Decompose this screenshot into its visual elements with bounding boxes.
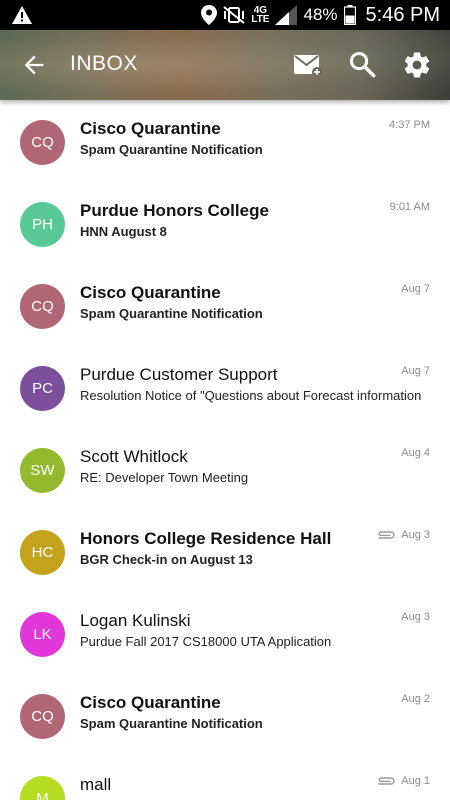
app-bar: INBOX: [0, 30, 450, 100]
gear-icon[interactable]: [402, 50, 432, 80]
email-list-item[interactable]: LK Logan Kulinski Purdue Fall 2017 CS180…: [0, 592, 450, 674]
vibrate-mute-icon: [223, 6, 245, 24]
paperclip-icon: [378, 777, 395, 785]
email-subject: Purdue Fall 2017 CS18000 UTA Application: [80, 634, 332, 649]
sender-name: Purdue Customer Support: [80, 365, 278, 384]
sender-name: Cisco Quarantine: [80, 119, 221, 138]
email-date: Aug 1: [401, 775, 430, 787]
sender-avatar: CQ: [20, 120, 65, 165]
sender-avatar: PC: [20, 366, 65, 411]
signal-icon: [275, 5, 298, 25]
location-icon: [201, 5, 218, 25]
email-subject: HNN August 8: [80, 224, 167, 239]
battery-percent: 48%: [303, 5, 338, 24]
email-subject: RE: Developer Town Meeting: [80, 470, 249, 485]
sender-name: Cisco Quarantine: [80, 693, 221, 712]
email-date: Aug 3: [401, 529, 430, 541]
sender-avatar: M: [20, 776, 65, 800]
email-list-item[interactable]: CQ Cisco Quarantine Spam Quarantine Noti…: [0, 674, 450, 756]
email-date: Aug 4: [401, 447, 430, 459]
battery-icon: [343, 5, 356, 25]
status-bar: 4G LTE 48% 5:46 PM: [0, 0, 450, 30]
page-title: INBOX: [70, 52, 138, 75]
email-date: 4:37 PM: [389, 119, 430, 131]
sender-avatar: HC: [20, 530, 65, 575]
network-type-icon: 4G LTE: [251, 5, 270, 25]
header-background: [0, 30, 450, 100]
email-list-item[interactable]: M mall Aug 1: [0, 756, 450, 800]
warning-icon: [12, 6, 32, 24]
email-date: 9:01 AM: [389, 201, 430, 213]
back-arrow-icon[interactable]: [20, 51, 48, 79]
sender-name: Scott Whitlock: [80, 447, 188, 466]
email-list-item[interactable]: PH Purdue Honors College HNN August 8 9:…: [0, 182, 450, 264]
sender-avatar: LK: [20, 612, 65, 657]
sender-avatar: CQ: [20, 694, 65, 739]
email-list: CQ Cisco Quarantine Spam Quarantine Noti…: [0, 100, 450, 800]
status-icons: 4G LTE 48% 5:46 PM: [195, 0, 440, 30]
email-subject: BGR Check-in on August 13: [80, 552, 253, 567]
paperclip-icon: [378, 531, 395, 539]
email-list-item[interactable]: CQ Cisco Quarantine Spam Quarantine Noti…: [0, 100, 450, 182]
sender-name: Cisco Quarantine: [80, 283, 221, 302]
compose-mail-icon[interactable]: [293, 50, 323, 80]
email-list-item[interactable]: CQ Cisco Quarantine Spam Quarantine Noti…: [0, 264, 450, 346]
sender-avatar: PH: [20, 202, 65, 247]
sender-name: Honors College Residence Hall: [80, 529, 332, 548]
email-list-item[interactable]: SW Scott Whitlock RE: Developer Town Mee…: [0, 428, 450, 510]
sender-avatar: CQ: [20, 284, 65, 329]
clock: 5:46 PM: [365, 3, 440, 26]
email-subject: Spam Quarantine Notification: [80, 716, 263, 731]
email-date: Aug 7: [401, 365, 430, 377]
sender-name: Logan Kulinski: [80, 611, 191, 630]
sender-avatar: SW: [20, 448, 65, 493]
email-date: Aug 3: [401, 611, 430, 623]
email-subject: Spam Quarantine Notification: [80, 142, 263, 157]
email-date: Aug 2: [401, 693, 430, 705]
email-list-item[interactable]: HC Honors College Residence Hall BGR Che…: [0, 510, 450, 592]
email-subject: Spam Quarantine Notification: [80, 306, 263, 321]
email-date: Aug 7: [401, 283, 430, 295]
sender-name: mall: [80, 775, 112, 794]
email-subject: Resolution Notice of "Questions about Fo…: [80, 388, 422, 403]
sender-name: Purdue Honors College: [80, 201, 269, 220]
email-list-item[interactable]: PC Purdue Customer Support Resolution No…: [0, 346, 450, 428]
search-icon[interactable]: [348, 50, 376, 78]
